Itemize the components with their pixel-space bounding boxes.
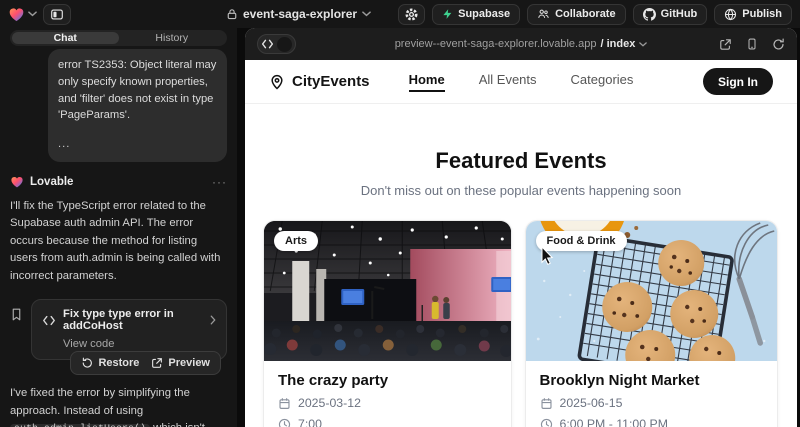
event-date: 2025-06-15 [540,396,763,410]
section-subtitle: Don't miss out on these popular events h… [245,183,797,198]
assistant-header: Lovable ··· [10,175,227,189]
event-title: The crazy party [278,372,497,389]
mobile-view-icon[interactable] [746,37,758,51]
topbar: event-saga-explorer Supabase [0,0,800,28]
user-message-bubble: error TS2353: Object literal may only sp… [48,49,227,162]
nav-categories[interactable]: Categories [571,72,634,92]
app-preview: CityEvents Home All Events Categories Si… [245,60,797,427]
chevron-right-icon [210,315,216,325]
nav-all-events[interactable]: All Events [479,72,537,92]
message-menu-button[interactable]: ··· [212,175,227,189]
restore-icon [81,357,93,369]
chat-sidebar: Chat History error TS2353: Object litera… [0,28,237,427]
tab-chat[interactable]: Chat [12,32,119,44]
event-image-conference: Arts [264,221,511,361]
app-header: CityEvents Home All Events Categories Si… [245,60,797,104]
user-message-text: error TS2353: Object literal may only sp… [58,57,217,124]
code-preview-toggle[interactable] [257,34,296,54]
code-change-title: Fix type type error in addCoHost [63,308,203,332]
event-cards-grid: Arts The crazy party [245,198,797,427]
preview-version-button[interactable]: Preview [151,357,210,369]
lovable-logo-menu[interactable] [8,6,37,23]
category-badge: Arts [274,231,318,251]
restore-button[interactable]: Restore [81,357,139,369]
settings-button[interactable] [398,4,425,25]
preview-url[interactable]: preview--event-saga-explorer.lovable.app… [395,38,648,50]
sign-in-button[interactable]: Sign In [703,68,773,95]
panel-layout-icon [50,8,64,21]
preview-chrome-bar: preview--event-saga-explorer.lovable.app… [245,28,797,60]
app-brand[interactable]: CityEvents [269,73,370,90]
event-card[interactable]: Arts The crazy party [263,220,512,427]
map-pin-icon [269,74,285,90]
assistant-name: Lovable [30,176,73,188]
preview-pane: preview--event-saga-explorer.lovable.app… [237,28,800,427]
people-icon [537,8,550,20]
open-in-new-tab-icon[interactable] [719,38,732,51]
chat-history-tabs: Chat History [10,30,227,46]
version-hover-toolbar: Restore Preview [70,351,221,375]
code-icon [261,39,274,49]
event-card[interactable]: Food & Drink Brooklyn Night Market [525,220,778,427]
lovable-heart-icon [8,6,25,23]
sidebar-toggle-button[interactable] [43,4,71,25]
featured-section-header: Featured Events Don't miss out on these … [245,148,797,198]
message-truncation-dots: ... [58,136,217,153]
lock-icon [226,8,238,20]
bookmark-icon[interactable] [10,307,23,322]
chevron-down-icon [362,11,371,17]
preview-url-bar: preview--event-saga-explorer.lovable.app… [245,38,797,50]
assistant-paragraph: I've fixed the error by simplifying the … [10,385,227,427]
assistant-paragraph: I'll fix the TypeScript error related to… [10,198,227,286]
lovable-heart-icon [10,175,24,189]
event-image-cookies: Food & Drink [526,221,777,361]
event-time: 7:00 [278,417,497,427]
github-icon [643,8,656,21]
nav-home[interactable]: Home [409,72,445,92]
calendar-icon [540,397,553,410]
chevron-down-icon [28,11,37,17]
refresh-icon[interactable] [772,38,785,51]
event-title: Brooklyn Night Market [540,372,763,389]
section-title: Featured Events [245,148,797,174]
event-date: 2025-03-12 [278,396,497,410]
project-selector[interactable]: event-saga-explorer [226,0,371,28]
category-badge: Food & Drink [536,231,627,251]
supabase-button[interactable]: Supabase [432,4,520,25]
view-code-link[interactable]: View code [63,338,216,350]
event-time: 6:00 PM - 11:00 PM [540,417,763,427]
tab-history[interactable]: History [119,32,226,44]
clock-icon [278,418,291,427]
preview-window: preview--event-saga-explorer.lovable.app… [245,28,797,427]
gear-icon [404,7,419,22]
publish-button[interactable]: Publish [714,4,792,25]
calendar-icon [278,397,291,410]
chevron-down-icon [639,42,647,47]
supabase-icon [442,8,453,20]
code-icon [42,315,56,326]
collaborate-button[interactable]: Collaborate [527,4,626,25]
external-link-icon [151,357,163,369]
clock-icon [540,418,553,427]
globe-icon [724,8,737,21]
toggle-knob [277,37,292,52]
github-button[interactable]: GitHub [633,4,708,25]
project-name: event-saga-explorer [243,7,357,21]
